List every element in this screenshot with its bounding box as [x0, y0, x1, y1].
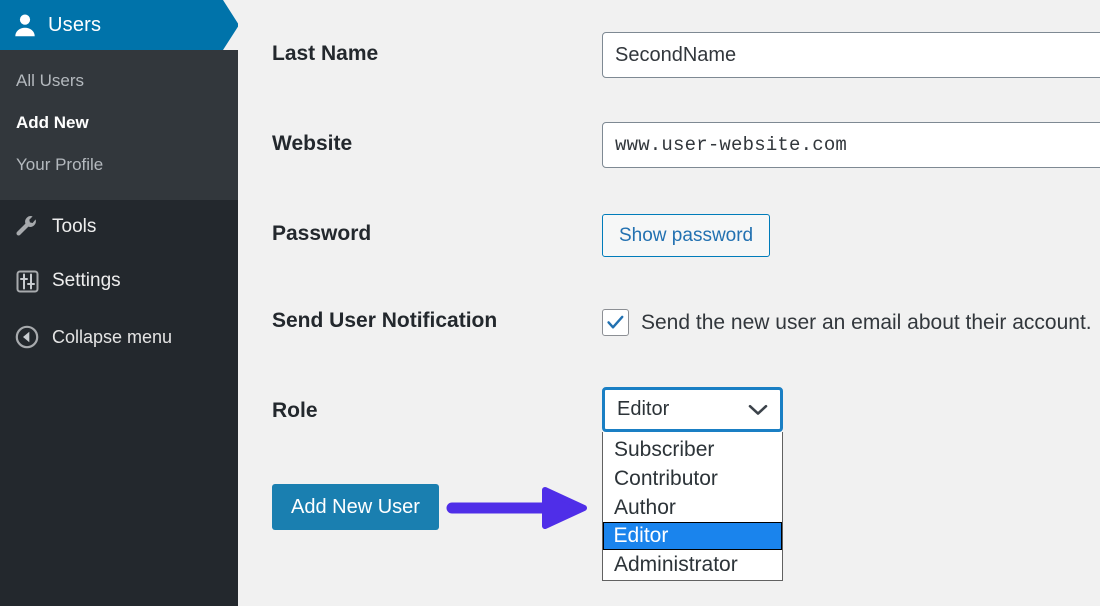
field-send-user-notification: Send the new user an email about their a… [602, 309, 1092, 336]
role-option-list[interactable]: Subscriber Contributor Author Editor Adm… [602, 432, 783, 581]
add-new-user-button[interactable]: Add New User [272, 484, 439, 530]
sliders-icon [14, 268, 40, 294]
admin-sidebar: Users All Users Add New Your Profile Too… [0, 0, 238, 606]
user-icon [10, 13, 40, 37]
send-notification-label: Send the new user an email about their a… [641, 311, 1092, 335]
label-role: Role [272, 399, 318, 423]
wordpress-admin-screen: Users All Users Add New Your Profile Too… [0, 0, 1100, 606]
sidebar-item-users[interactable]: Users [0, 0, 238, 50]
add-new-user-form: Last Name Website Password Show password… [238, 0, 1100, 606]
role-option-administrator[interactable]: Administrator [603, 550, 782, 579]
role-option-author[interactable]: Author [603, 493, 782, 522]
label-website: Website [272, 132, 352, 156]
submit-button-wrap: Add New User [272, 484, 439, 530]
label-password: Password [272, 222, 371, 246]
sidebar-item-collapse-menu[interactable]: Collapse menu [0, 308, 238, 364]
sidebar-label-collapse-menu: Collapse menu [52, 326, 172, 348]
sidebar-item-tools[interactable]: Tools [0, 200, 238, 254]
field-role: Editor Subscriber Contributor Author Edi… [602, 387, 783, 432]
sidebar-item-your-profile[interactable]: Your Profile [0, 144, 238, 186]
field-last-name [602, 32, 1100, 78]
website-input[interactable] [602, 122, 1100, 168]
role-option-subscriber[interactable]: Subscriber [603, 435, 782, 464]
sidebar-label-settings: Settings [52, 270, 121, 292]
role-option-contributor[interactable]: Contributor [603, 464, 782, 493]
chevron-down-icon [748, 404, 768, 416]
right-arrow-annotation [446, 486, 591, 535]
role-option-editor[interactable]: Editor [603, 522, 782, 550]
sidebar-item-settings[interactable]: Settings [0, 254, 238, 308]
submenu-label-add-new: Add New [16, 113, 89, 132]
sidebar-item-add-new[interactable]: Add New [0, 102, 238, 144]
sidebar-item-all-users[interactable]: All Users [0, 60, 238, 102]
submenu-label-all-users: All Users [16, 71, 84, 90]
send-notification-checkbox[interactable] [602, 309, 629, 336]
show-password-button[interactable]: Show password [602, 214, 770, 257]
label-send-user-notification: Send User Notification [272, 309, 497, 333]
wrench-icon [14, 214, 40, 240]
role-select-value: Editor [617, 398, 669, 421]
checkmark-icon [607, 315, 624, 330]
sidebar-users-label: Users [48, 14, 101, 37]
field-website [602, 122, 1100, 168]
collapse-left-icon [14, 324, 40, 350]
submenu-label-your-profile: Your Profile [16, 155, 103, 174]
sidebar-label-tools: Tools [52, 216, 96, 238]
label-last-name: Last Name [272, 42, 378, 66]
users-submenu: All Users Add New Your Profile [0, 50, 238, 200]
sidebar-active-notch [223, 0, 238, 50]
field-password: Show password [602, 214, 770, 257]
last-name-input[interactable] [602, 32, 1100, 78]
role-select[interactable]: Editor [602, 387, 783, 432]
